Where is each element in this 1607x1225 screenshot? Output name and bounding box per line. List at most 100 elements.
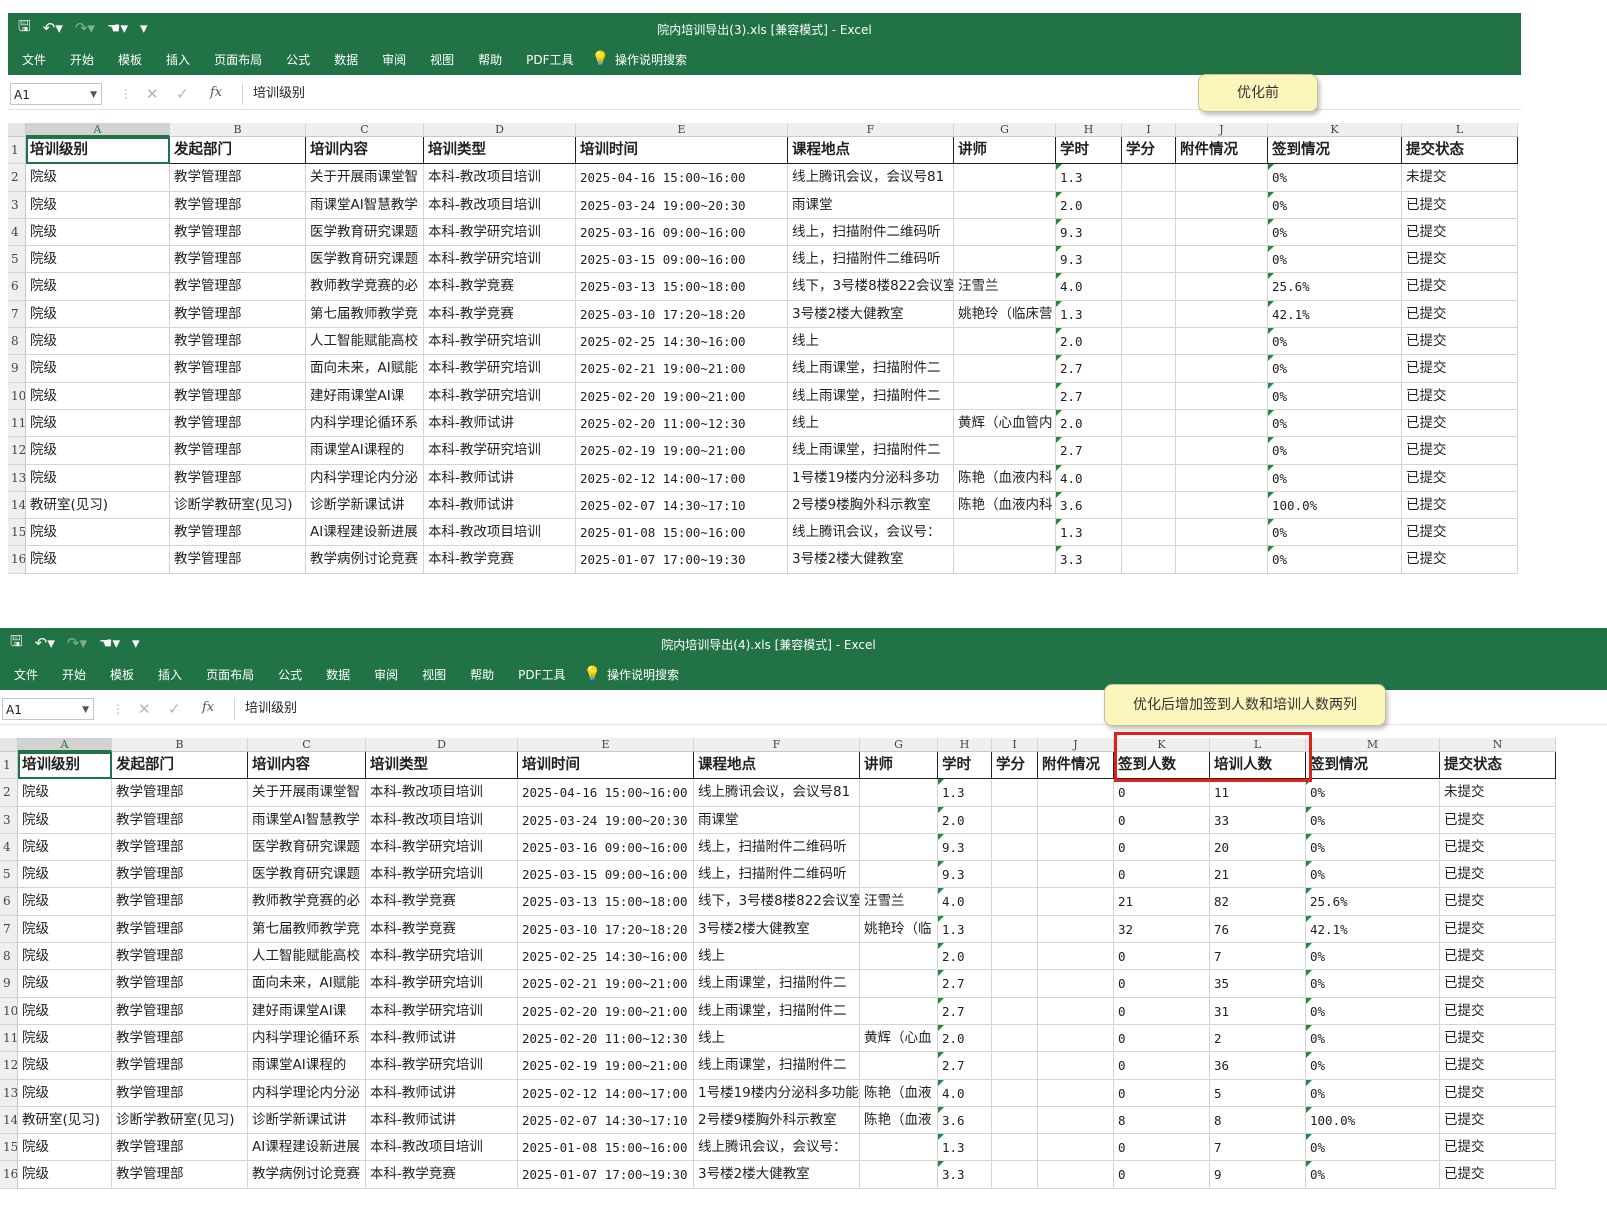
table-cell[interactable]: 已提交: [1402, 464, 1518, 492]
table-cell[interactable]: 线上，扫描附件二维码听: [788, 218, 954, 247]
table-cell[interactable]: 0%: [1268, 355, 1402, 383]
row-number[interactable]: 16: [0, 1161, 18, 1189]
column-title-cell[interactable]: 培训类型: [366, 752, 518, 780]
tab-help[interactable]: 帮助: [466, 51, 514, 68]
column-title-cell[interactable]: 培训级别: [18, 752, 112, 780]
table-cell[interactable]: 本科-教学研究培训: [424, 328, 576, 356]
table-cell[interactable]: [1176, 519, 1268, 547]
tab-pdf-tools[interactable]: PDF工具: [506, 666, 577, 683]
table-cell[interactable]: 2.0: [1056, 191, 1122, 219]
table-cell[interactable]: 2025-02-12 14:00~17:00: [576, 464, 788, 492]
select-all-corner[interactable]: [8, 123, 26, 137]
table-cell[interactable]: 院级: [26, 164, 170, 192]
table-cell[interactable]: 本科-教改项目培训: [424, 164, 576, 192]
name-box[interactable]: A1 ▼: [2, 698, 94, 720]
table-cell[interactable]: 2025-02-21 19:00~21:00: [576, 355, 788, 383]
table-cell[interactable]: 雨课堂: [694, 806, 860, 834]
table-cell[interactable]: 教学管理部: [170, 546, 306, 574]
column-header-m[interactable]: M: [1306, 738, 1440, 752]
table-cell[interactable]: 2.0: [938, 806, 992, 834]
table-cell[interactable]: 0%: [1306, 1161, 1440, 1189]
tab-template[interactable]: 模板: [106, 51, 154, 68]
table-cell[interactable]: [1176, 218, 1268, 247]
table-cell[interactable]: [954, 246, 1056, 274]
name-box[interactable]: A1 ▼: [10, 83, 102, 105]
table-cell[interactable]: AI课程建设新进展: [248, 1134, 366, 1162]
table-cell[interactable]: 线下，3号楼8楼822会议室: [788, 273, 954, 301]
table-cell[interactable]: [1176, 382, 1268, 410]
table-cell[interactable]: [1122, 355, 1176, 383]
insert-function-icon[interactable]: fx: [202, 700, 214, 715]
table-cell[interactable]: 本科-教师试讲: [424, 409, 576, 438]
table-cell[interactable]: [1038, 833, 1114, 862]
row-number[interactable]: 14: [8, 491, 26, 520]
table-cell[interactable]: 已提交: [1402, 437, 1518, 465]
select-all-corner[interactable]: [0, 738, 18, 752]
table-cell[interactable]: 面向未来，AI赋能: [248, 970, 366, 998]
table-cell[interactable]: [992, 1052, 1038, 1080]
table-cell[interactable]: 教学管理部: [170, 164, 306, 192]
table-cell[interactable]: 31: [1210, 997, 1306, 1025]
table-cell[interactable]: 本科-教学研究培训: [366, 1052, 518, 1080]
row-number[interactable]: 11: [0, 1024, 18, 1053]
column-title-cell[interactable]: 学时: [938, 752, 992, 780]
table-cell[interactable]: 7: [1210, 943, 1306, 971]
table-cell[interactable]: 本科-教学研究培训: [366, 943, 518, 971]
table-cell[interactable]: 0: [1114, 1024, 1210, 1053]
table-cell[interactable]: 2025-02-25 14:30~16:00: [576, 328, 788, 356]
table-cell[interactable]: 院级: [26, 409, 170, 438]
column-header-k[interactable]: K: [1114, 738, 1210, 752]
table-cell[interactable]: 2.0: [938, 943, 992, 971]
row-number[interactable]: 7: [8, 300, 26, 329]
table-cell[interactable]: 教学管理部: [112, 806, 248, 834]
column-title-cell[interactable]: 附件情况: [1038, 752, 1114, 780]
table-cell[interactable]: 2025-03-16 09:00~16:00: [576, 218, 788, 247]
table-cell[interactable]: 2025-02-19 19:00~21:00: [576, 437, 788, 465]
table-cell[interactable]: 2.7: [938, 970, 992, 998]
row-number[interactable]: 15: [0, 1134, 18, 1162]
table-cell[interactable]: [1176, 273, 1268, 301]
table-cell[interactable]: 9.3: [1056, 246, 1122, 274]
table-cell[interactable]: 院级: [18, 1052, 112, 1080]
table-cell[interactable]: [860, 861, 938, 889]
table-cell[interactable]: [1122, 328, 1176, 356]
row-number[interactable]: 2: [8, 164, 26, 192]
table-cell[interactable]: 本科-教师试讲: [366, 1106, 518, 1135]
table-cell[interactable]: 0%: [1306, 943, 1440, 971]
table-cell[interactable]: [954, 218, 1056, 247]
row-number[interactable]: 4: [0, 833, 18, 862]
table-cell[interactable]: 2025-02-20 19:00~21:00: [518, 997, 694, 1025]
table-cell[interactable]: 0%: [1268, 519, 1402, 547]
table-cell[interactable]: 36: [1210, 1052, 1306, 1080]
table-cell[interactable]: 9: [1210, 1161, 1306, 1189]
row-number[interactable]: 14: [0, 1106, 18, 1135]
table-cell[interactable]: [860, 1134, 938, 1162]
table-cell[interactable]: 已提交: [1440, 888, 1556, 916]
table-cell[interactable]: 院级: [18, 861, 112, 889]
table-cell[interactable]: [1122, 437, 1176, 465]
table-cell[interactable]: 2025-02-20 11:00~12:30: [576, 409, 788, 438]
table-cell[interactable]: 教学管理部: [112, 1052, 248, 1080]
table-cell[interactable]: [1038, 888, 1114, 916]
table-cell[interactable]: 教研室(见习): [18, 1106, 112, 1135]
table-cell[interactable]: 诊断学新课试讲: [248, 1106, 366, 1135]
table-cell[interactable]: 姚艳玲（临床营: [954, 300, 1056, 329]
table-cell[interactable]: 9.3: [1056, 218, 1122, 247]
column-header-g[interactable]: G: [860, 738, 938, 752]
table-cell[interactable]: [1176, 409, 1268, 438]
table-cell[interactable]: 0%: [1268, 546, 1402, 574]
table-cell[interactable]: 线上雨课堂，扫描附件二: [788, 437, 954, 465]
table-cell[interactable]: 教师教学竞赛的必: [248, 888, 366, 916]
table-cell[interactable]: [1038, 915, 1114, 944]
row-number[interactable]: 12: [8, 437, 26, 465]
row-number[interactable]: 1: [0, 752, 18, 780]
table-cell[interactable]: 0%: [1268, 382, 1402, 410]
tab-template[interactable]: 模板: [98, 666, 146, 683]
table-cell[interactable]: [992, 779, 1038, 807]
table-cell[interactable]: 3号楼2楼大健教室: [788, 300, 954, 329]
table-cell[interactable]: 线上腾讯会议，会议号81: [788, 164, 954, 192]
table-cell[interactable]: 教学管理部: [170, 437, 306, 465]
table-cell[interactable]: 本科-教学竞赛: [424, 273, 576, 301]
table-cell[interactable]: 8: [1114, 1106, 1210, 1135]
table-cell[interactable]: 2025-02-19 19:00~21:00: [518, 1052, 694, 1080]
